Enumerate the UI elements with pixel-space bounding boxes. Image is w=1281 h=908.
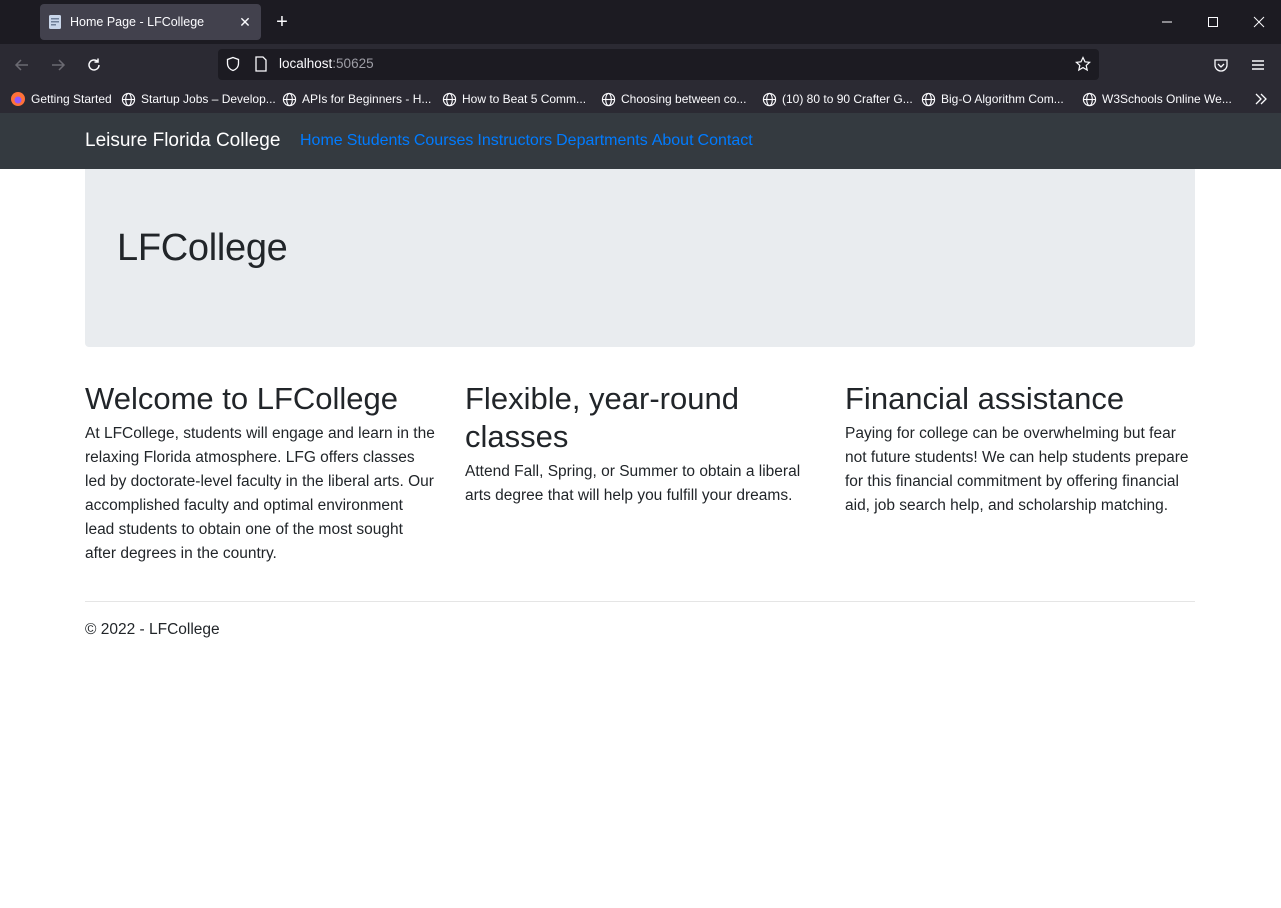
column-text: At LFCollege, students will engage and l… bbox=[85, 425, 435, 562]
pocket-icon[interactable] bbox=[1210, 54, 1232, 76]
page-info-icon[interactable] bbox=[254, 56, 268, 77]
nav-link-contact[interactable]: Contact bbox=[698, 132, 753, 150]
site-navbar: Leisure Florida College Home Students Co… bbox=[0, 113, 1281, 169]
nav-link-about[interactable]: About bbox=[652, 132, 694, 150]
column-heading: Flexible, year-round classes bbox=[465, 381, 739, 454]
globe-icon bbox=[1082, 92, 1097, 106]
maximize-icon[interactable] bbox=[1201, 10, 1225, 34]
jumbotron-title: LFCollege bbox=[117, 227, 288, 269]
bookmark-label: Choosing between co... bbox=[621, 92, 747, 106]
back-arrow-icon[interactable] bbox=[11, 54, 33, 76]
globe-icon bbox=[601, 92, 616, 106]
bookmark-item[interactable]: How to Beat 5 Comm... bbox=[442, 90, 586, 108]
tab-title: Home Page - LFCollege bbox=[70, 15, 205, 29]
footer-copyright: © 2022 - LFCollege bbox=[85, 621, 220, 638]
footer-divider bbox=[85, 601, 1195, 602]
minimize-icon[interactable] bbox=[1155, 10, 1179, 34]
tracking-shield-icon[interactable] bbox=[225, 56, 241, 77]
url-host: localhost bbox=[279, 56, 333, 71]
close-window-icon[interactable] bbox=[1247, 10, 1271, 34]
bookmark-item[interactable]: Big-O Algorithm Com... bbox=[921, 90, 1064, 108]
bookmark-label: (10) 80 to 90 Crafter G... bbox=[782, 92, 913, 106]
browser-tab-active[interactable]: Home Page - LFCollege ✕ bbox=[40, 4, 261, 40]
forward-arrow-icon[interactable] bbox=[47, 54, 69, 76]
menu-hamburger-icon[interactable] bbox=[1247, 54, 1269, 76]
column-heading: Welcome to LFCollege bbox=[85, 381, 399, 416]
globe-icon bbox=[921, 92, 936, 106]
globe-icon bbox=[762, 92, 777, 106]
bookmark-label: W3Schools Online We... bbox=[1102, 92, 1232, 106]
tab-strip: Home Page - LFCollege ✕ + bbox=[0, 0, 1281, 44]
globe-icon bbox=[442, 92, 457, 106]
browser-toolbar: localhost:50625 bbox=[0, 44, 1281, 85]
firefox-icon bbox=[11, 92, 25, 106]
bookmark-item[interactable]: (10) 80 to 90 Crafter G... bbox=[762, 90, 913, 108]
nav-link-courses[interactable]: Courses bbox=[414, 132, 474, 150]
bookmark-item[interactable]: Choosing between co... bbox=[601, 90, 746, 108]
bookmark-label: How to Beat 5 Comm... bbox=[462, 92, 587, 106]
bookmark-label: Getting Started bbox=[31, 92, 112, 106]
site-nav-links: Home Students Courses Instructors Depart… bbox=[300, 132, 753, 150]
bookmark-item[interactable]: APIs for Beginners - H... bbox=[282, 90, 431, 108]
info-column-classes: Flexible, year-round classes Attend Fall… bbox=[465, 380, 815, 508]
bookmark-label: Big-O Algorithm Com... bbox=[941, 92, 1064, 106]
bookmark-item[interactable]: Getting Started bbox=[10, 90, 112, 108]
bookmark-item[interactable]: W3Schools Online We... bbox=[1082, 90, 1232, 108]
bookmarks-overflow-chevron-icon[interactable] bbox=[1254, 90, 1273, 108]
bookmark-item[interactable]: Startup Jobs – Develop... bbox=[121, 90, 276, 108]
column-text: Attend Fall, Spring, or Summer to obtain… bbox=[465, 463, 801, 504]
info-column-welcome: Welcome to LFCollege At LFCollege, stude… bbox=[85, 380, 435, 566]
new-tab-button[interactable]: + bbox=[272, 12, 292, 32]
address-bar[interactable]: localhost:50625 bbox=[218, 49, 1099, 80]
bookmarks-toolbar: Getting Started Startup Jobs – Develop..… bbox=[0, 85, 1281, 113]
nav-link-students[interactable]: Students bbox=[347, 132, 410, 150]
nav-link-home[interactable]: Home bbox=[300, 132, 343, 150]
nav-link-instructors[interactable]: Instructors bbox=[477, 132, 552, 150]
column-heading: Financial assistance bbox=[845, 381, 1125, 416]
globe-icon bbox=[121, 92, 136, 106]
info-column-financial: Financial assistance Paying for college … bbox=[845, 380, 1195, 518]
bookmark-label: Startup Jobs – Develop... bbox=[141, 92, 276, 106]
bookmark-label: APIs for Beginners - H... bbox=[302, 92, 432, 106]
page-favicon-icon bbox=[48, 14, 62, 30]
site-brand-link[interactable]: Leisure Florida College bbox=[85, 130, 280, 152]
bookmark-star-icon[interactable] bbox=[1075, 56, 1091, 77]
column-text: Paying for college can be overwhelming b… bbox=[845, 425, 1189, 514]
jumbotron: LFCollege bbox=[85, 169, 1195, 347]
nav-link-departments[interactable]: Departments bbox=[556, 132, 648, 150]
url-port: :50625 bbox=[332, 56, 374, 71]
globe-icon bbox=[282, 92, 297, 106]
close-tab-icon[interactable]: ✕ bbox=[237, 14, 253, 31]
url-text: localhost:50625 bbox=[279, 56, 374, 71]
reload-icon[interactable] bbox=[83, 54, 105, 76]
